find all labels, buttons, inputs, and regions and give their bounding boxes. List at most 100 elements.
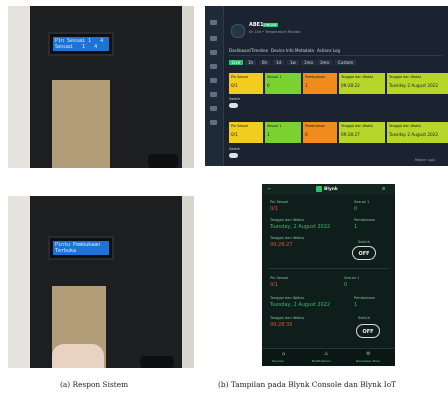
- search-icon[interactable]: [210, 20, 217, 25]
- developer-zone-nav-icon[interactable]: ⚙: [366, 351, 370, 357]
- filter-6h[interactable]: 6h: [259, 60, 271, 65]
- devices-nav-icon[interactable]: ⌂: [282, 351, 285, 357]
- tile-value: 09:28:27: [341, 132, 360, 137]
- tile-label: Tanggal dan Waktu: [389, 124, 422, 128]
- tile-value: 1: [305, 83, 308, 88]
- tile-value: 0/1: [231, 83, 238, 88]
- device-status-badge: ONLINE: [263, 23, 278, 27]
- label-sesuai: Sesuai 1: [354, 200, 370, 204]
- label-pin-sesuai: Pin Sesuai: [270, 200, 289, 204]
- filter-1w[interactable]: 1w: [287, 60, 299, 65]
- filter-1h[interactable]: 1h: [245, 60, 257, 65]
- location-icon[interactable]: [210, 92, 217, 97]
- tile-sesuai: Sesuai 1 1: [265, 122, 301, 143]
- switch-off-button[interactable]: OFF: [356, 324, 380, 338]
- app-header: ← Blynk ☰: [262, 184, 395, 194]
- hand: [52, 344, 104, 368]
- value-time: 09:28:35: [270, 322, 293, 328]
- filter-live[interactable]: Live: [229, 60, 244, 65]
- nav-developer-zone[interactable]: Developer Zone: [356, 359, 380, 363]
- value-sesuai: 0: [344, 282, 348, 288]
- settings-icon[interactable]: [210, 106, 217, 111]
- organization-icon[interactable]: [210, 78, 217, 83]
- label-sesuai: Sesuai 1: [344, 276, 360, 280]
- tile-date: Tanggal dan Waktu Tuesday 2 August 2022: [387, 73, 448, 94]
- filter-custom[interactable]: Custom: [335, 60, 357, 65]
- value-date: Tuesday, 2 August 2022: [270, 302, 331, 308]
- switch-toggle[interactable]: [229, 103, 238, 108]
- device-name: ABE1: [249, 22, 264, 28]
- notifications-nav-icon[interactable]: ⚠: [324, 351, 328, 357]
- caption-left: (a) Respon Sistem: [60, 380, 129, 389]
- tile-time: Tanggal dan Waktu 09:28:22: [339, 73, 385, 94]
- label-time: Tanggal dan Waktu: [270, 316, 305, 320]
- filter-3mo[interactable]: 3mo: [317, 60, 332, 65]
- device-avatar: [231, 24, 245, 38]
- value-pin-sesuai: 0/1: [270, 282, 279, 288]
- tile-label: Pembukaan: [305, 124, 325, 128]
- value-pembukaan: 1: [354, 302, 358, 308]
- tile-value: Tuesday 2 August 2022: [389, 83, 439, 88]
- tab-device-info[interactable]: Device Info: [271, 48, 294, 53]
- tile-value: 0: [267, 83, 270, 88]
- tile-label: Tanggal dan Waktu: [341, 75, 374, 79]
- label-pin-sesuai: Pin Sesuai: [270, 276, 289, 280]
- photo-system-response-bottom: Pintu Pembukaan Terbuka: [8, 196, 194, 368]
- lcd-line-2: Terbuka: [55, 248, 77, 254]
- label-date: Tanggal dan Waktu: [270, 296, 305, 300]
- device-knob: [148, 154, 178, 168]
- tile-label: Pin Sesuai: [231, 75, 249, 79]
- tile-pembukaan: Pembukaan 1: [303, 73, 337, 94]
- value-time: 09:28:27: [270, 242, 293, 248]
- menu-icon[interactable]: ☰: [382, 187, 385, 191]
- tab-dashboard[interactable]: Dashboard: [229, 48, 251, 53]
- app-title: Blynk: [324, 187, 338, 192]
- region-footer: Region: sgp1: [415, 158, 436, 162]
- divider: [268, 268, 389, 269]
- label-pembukaan: Pembukaan: [354, 218, 376, 222]
- filter-1d[interactable]: 1d: [273, 60, 285, 65]
- switch-label: Switch: [229, 97, 241, 101]
- tab-metadata[interactable]: Metadata: [295, 48, 314, 53]
- caption-right: (b) Tampilan pada Blynk Console dan Blyn…: [218, 380, 397, 389]
- tile-time: Tanggal dan Waktu 09:28:27: [339, 122, 385, 143]
- tile-label: Tanggal dan Waktu: [389, 75, 422, 79]
- switch-off-button[interactable]: OFF: [352, 246, 376, 260]
- value-pin-sesuai: 0/1: [270, 206, 279, 212]
- filter-1mo[interactable]: 1mo: [301, 60, 316, 65]
- tile-value: 1: [267, 132, 270, 137]
- tab-actions-log[interactable]: Actions Log: [317, 48, 340, 53]
- nav-notifications[interactable]: Notifications: [312, 359, 331, 363]
- wall: [182, 6, 194, 168]
- tile-pin-sesuai: Pin Sesuai 0/1: [229, 73, 263, 94]
- blynk-console-screenshot: ABE1 ONLINE Kh 10d • Temperature Monitor…: [205, 6, 448, 166]
- nav-devices[interactable]: Devices: [272, 359, 284, 363]
- switch-toggle[interactable]: [229, 153, 238, 158]
- tile-label: Pembukaan: [305, 75, 325, 79]
- photo-system-response-top: Pin Sesuai 1 4 Sesuai 1 4: [8, 6, 194, 168]
- lcd-display: Pintu Pembukaan Terbuka: [50, 238, 112, 258]
- switch-label: Switch: [229, 147, 241, 151]
- console-sidebar: [205, 6, 224, 166]
- back-icon[interactable]: ←: [268, 187, 271, 191]
- tile-label: Tanggal dan Waktu: [341, 124, 374, 128]
- devices-icon[interactable]: [210, 50, 217, 55]
- tile-label: Sesuai 1: [267, 124, 282, 128]
- value-pembukaan: 1: [354, 224, 358, 230]
- tab-timeline[interactable]: Timeline: [251, 48, 268, 53]
- label-pembukaan: Pembukaan: [354, 296, 376, 300]
- help-icon[interactable]: [210, 120, 217, 125]
- tile-value: 0: [305, 132, 308, 137]
- tile-date: Tanggal dan Waktu Tuesday 2 August 2022: [387, 122, 448, 143]
- bottom-nav: ⌂ Devices ⚠ Notifications ⚙ Developer Zo…: [262, 348, 395, 366]
- blynk-iot-app-screenshot: ← Blynk ☰ Pin Sesuai 0/1 Sesuai 1 0 Tang…: [262, 184, 395, 366]
- value-date: Tuesday, 2 August 2022: [270, 224, 331, 230]
- wall: [182, 196, 194, 368]
- tile-value: 09:28:22: [341, 83, 360, 88]
- tile-label: Sesuai 1: [267, 75, 282, 79]
- users-icon[interactable]: [210, 64, 217, 69]
- tab-bar: Dashboard Timeline Device Info Metadata …: [229, 47, 443, 56]
- value-sesuai: 0: [354, 206, 358, 212]
- tile-label: Pin Sesuai: [231, 124, 249, 128]
- dashboard-icon[interactable]: [210, 36, 217, 41]
